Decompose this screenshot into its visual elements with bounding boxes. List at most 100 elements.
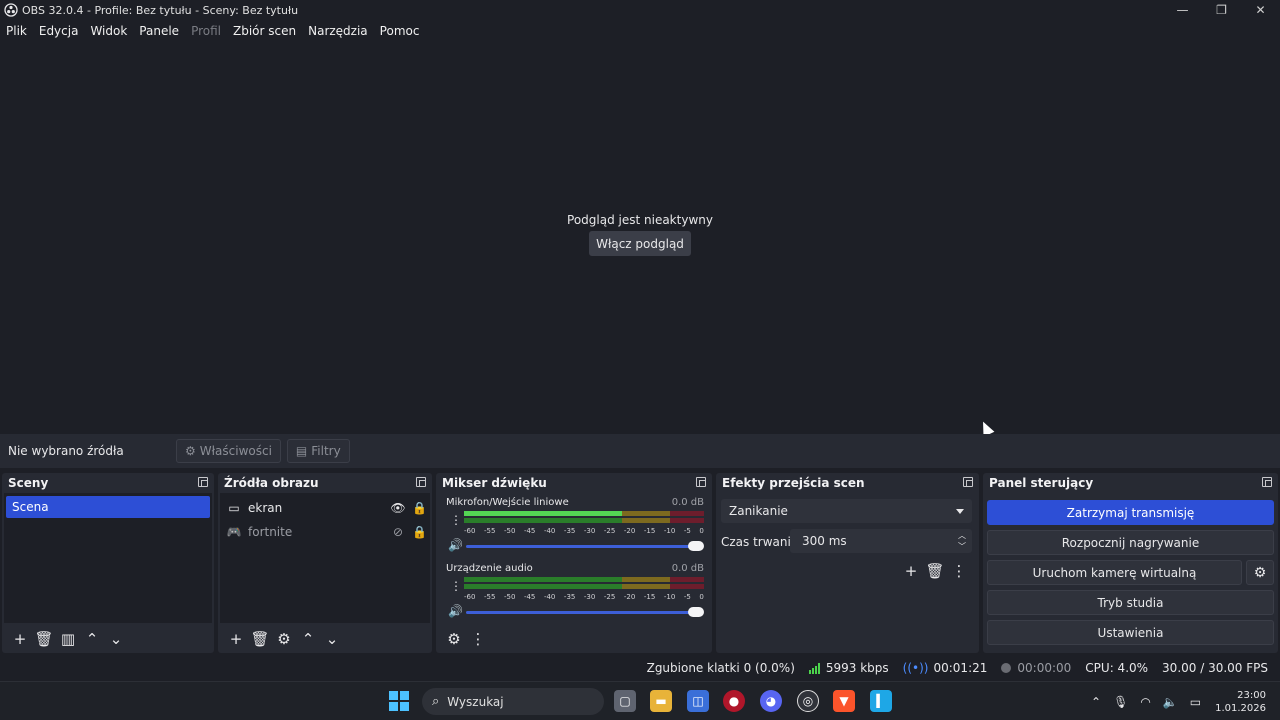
discord-icon[interactable]: ◕ [760,690,782,712]
spin-arrows-icon[interactable]: ︿ ﹀ [958,530,966,552]
trash-icon[interactable]: 🗑 [923,559,947,583]
scene-item[interactable]: Scena [6,496,210,518]
gear-icon: ⚙ [185,444,196,458]
controls-dock: Panel sterujący Zatrzymaj transmisję Roz… [983,473,1278,653]
menu-bar: Plik Edycja Widok Panele Profil Zbiór sc… [0,21,425,41]
menu-file[interactable]: Plik [0,24,33,38]
close-button[interactable]: ✕ [1241,0,1280,20]
scene-filters-icon[interactable]: ▥ [56,627,80,651]
start-recording-button[interactable]: Rozpocznij nagrywanie [987,530,1274,555]
record-time: 00:00:00 [1017,661,1072,675]
brave-icon[interactable]: ▼ [833,690,855,712]
add-icon[interactable]: + [8,627,32,651]
gear-icon: ⚙ [1253,564,1267,581]
transition-menu-icon[interactable]: ⋮ [947,559,971,583]
advanced-audio-icon[interactable]: ⚙ [442,627,466,651]
channel-menu-icon[interactable]: ⋮ [450,513,462,527]
volume-slider-handle[interactable] [688,541,704,551]
battery-icon[interactable]: ▭ [1190,695,1201,709]
source-name: fortnite [248,525,293,539]
stop-streaming-button[interactable]: Zatrzymaj transmisję [987,500,1274,525]
channel-menu-icon[interactable]: ⋮ [450,579,462,593]
move-up-icon[interactable]: ⌃ [296,627,320,651]
menu-tools[interactable]: Narzędzia [302,24,374,38]
restore-button[interactable]: ❐ [1202,0,1241,20]
eye-hidden-icon[interactable]: ⊘ [390,525,406,539]
mixer-channel: Mikrofon/Wejście liniowe 0.0 dB ⋮ -60 -55… [446,497,704,559]
volume-slider[interactable] [466,545,696,548]
chevron-up-icon[interactable]: ⌃ [1091,695,1101,709]
gear-icon[interactable]: ⚙ [272,627,296,651]
add-icon[interactable]: + [224,627,248,651]
wifi-icon[interactable]: ◠ [1140,695,1150,709]
preview-area[interactable]: Podgląd jest nieaktywny Włącz podgląd [0,42,1280,432]
source-item[interactable]: ▭ ekran 👁 🔒 [226,497,427,519]
undock-icon[interactable] [696,477,706,487]
duration-spinbox[interactable]: 300 ms ︿ ﹀ [790,529,972,553]
move-down-icon[interactable]: ⌄ [104,627,128,651]
filters-button[interactable]: ▤ Filtry [286,439,350,463]
minimize-button[interactable]: — [1163,0,1202,20]
scenes-toolbar: + 🗑 ▥ ⌃ ⌄ [2,625,214,653]
menu-view[interactable]: Widok [84,24,133,38]
notes-app-icon[interactable]: ▍ [870,690,892,712]
lock-icon[interactable]: 🔒 [412,501,427,515]
source-item[interactable]: 🎮 fortnite ⊘ 🔒 [226,521,427,543]
eye-icon[interactable]: 👁 [390,501,406,515]
task-view-icon[interactable]: ▢ [614,690,636,712]
sources-list[interactable]: ▭ ekran 👁 🔒 🎮 fortnite ⊘ 🔒 [220,493,430,623]
volume-slider-handle[interactable] [688,607,704,617]
move-up-icon[interactable]: ⌃ [80,627,104,651]
file-explorer-icon[interactable]: ▬ [650,690,672,712]
microphone-icon[interactable]: 🎙 [1113,695,1128,709]
lock-icon[interactable]: 🔒 [412,525,427,539]
transition-select[interactable]: Zanikanie [721,499,972,523]
menu-help[interactable]: Pomoc [374,24,426,38]
trash-icon[interactable]: 🗑 [32,627,56,651]
move-down-icon[interactable]: ⌄ [320,627,344,651]
speaker-icon[interactable]: 🔊 [448,604,463,618]
start-virtual-camera-button[interactable]: Uruchom kamerę wirtualną [987,560,1242,585]
clock[interactable]: 23:00 1.01.2026 [1215,689,1266,715]
undock-icon[interactable] [963,477,973,487]
virtual-camera-settings-button[interactable]: ⚙ [1246,560,1274,585]
enable-preview-button[interactable]: Włącz podgląd [589,231,691,256]
menu-edit[interactable]: Edycja [33,24,85,38]
add-icon[interactable]: + [899,559,923,583]
transition-selected: Zanikanie [729,504,788,518]
windows-start-icon[interactable] [389,691,409,711]
scenes-list[interactable]: Scena [4,493,212,623]
menu-docks[interactable]: Panele [133,24,185,38]
filter-icon: ▤ [295,444,308,458]
channel-db: 0.0 dB [671,497,704,508]
undock-icon[interactable] [416,477,426,487]
trash-icon[interactable]: 🗑 [248,627,272,651]
cpu-usage: CPU: 4.0% [1085,661,1149,675]
speaker-icon[interactable]: 🔊 [448,538,463,552]
red-app-icon[interactable]: ● [723,690,745,712]
volume-slider[interactable] [466,611,696,614]
fps: 30.00 / 30.00 FPS [1162,661,1268,675]
filters-label: Filtry [311,444,341,458]
chevron-down-icon [956,509,964,514]
duration-value: 300 ms [802,534,847,548]
settings-button[interactable]: Ustawienia [987,620,1274,645]
properties-label: Właściwości [199,444,272,458]
preview-status-text: Podgląd jest nieaktywny [567,213,713,227]
store-icon[interactable]: ◫ [687,690,709,712]
dropped-frames: Zgubione klatki 0 (0.0%) [646,661,795,675]
signal-bars-icon [808,662,820,674]
taskbar-search[interactable]: ⌕ Wyszukaj [422,688,604,715]
mixer-toolbar: ⚙ ⋮ [436,625,712,653]
menu-scene-collection[interactable]: Zbiór scen [227,24,302,38]
undock-icon[interactable] [198,477,208,487]
record-icon [1001,663,1012,673]
undock-icon[interactable] [1262,477,1272,487]
volume-meter-left [464,511,704,516]
volume-meter-left [464,577,704,582]
obs-taskbar-icon[interactable]: ◎ [797,690,819,712]
studio-mode-button[interactable]: Tryb studia [987,590,1274,615]
properties-button[interactable]: ⚙ Właściwości [176,439,281,463]
volume-icon[interactable]: 🔈 [1163,695,1178,709]
mixer-menu-icon[interactable]: ⋮ [466,627,490,651]
